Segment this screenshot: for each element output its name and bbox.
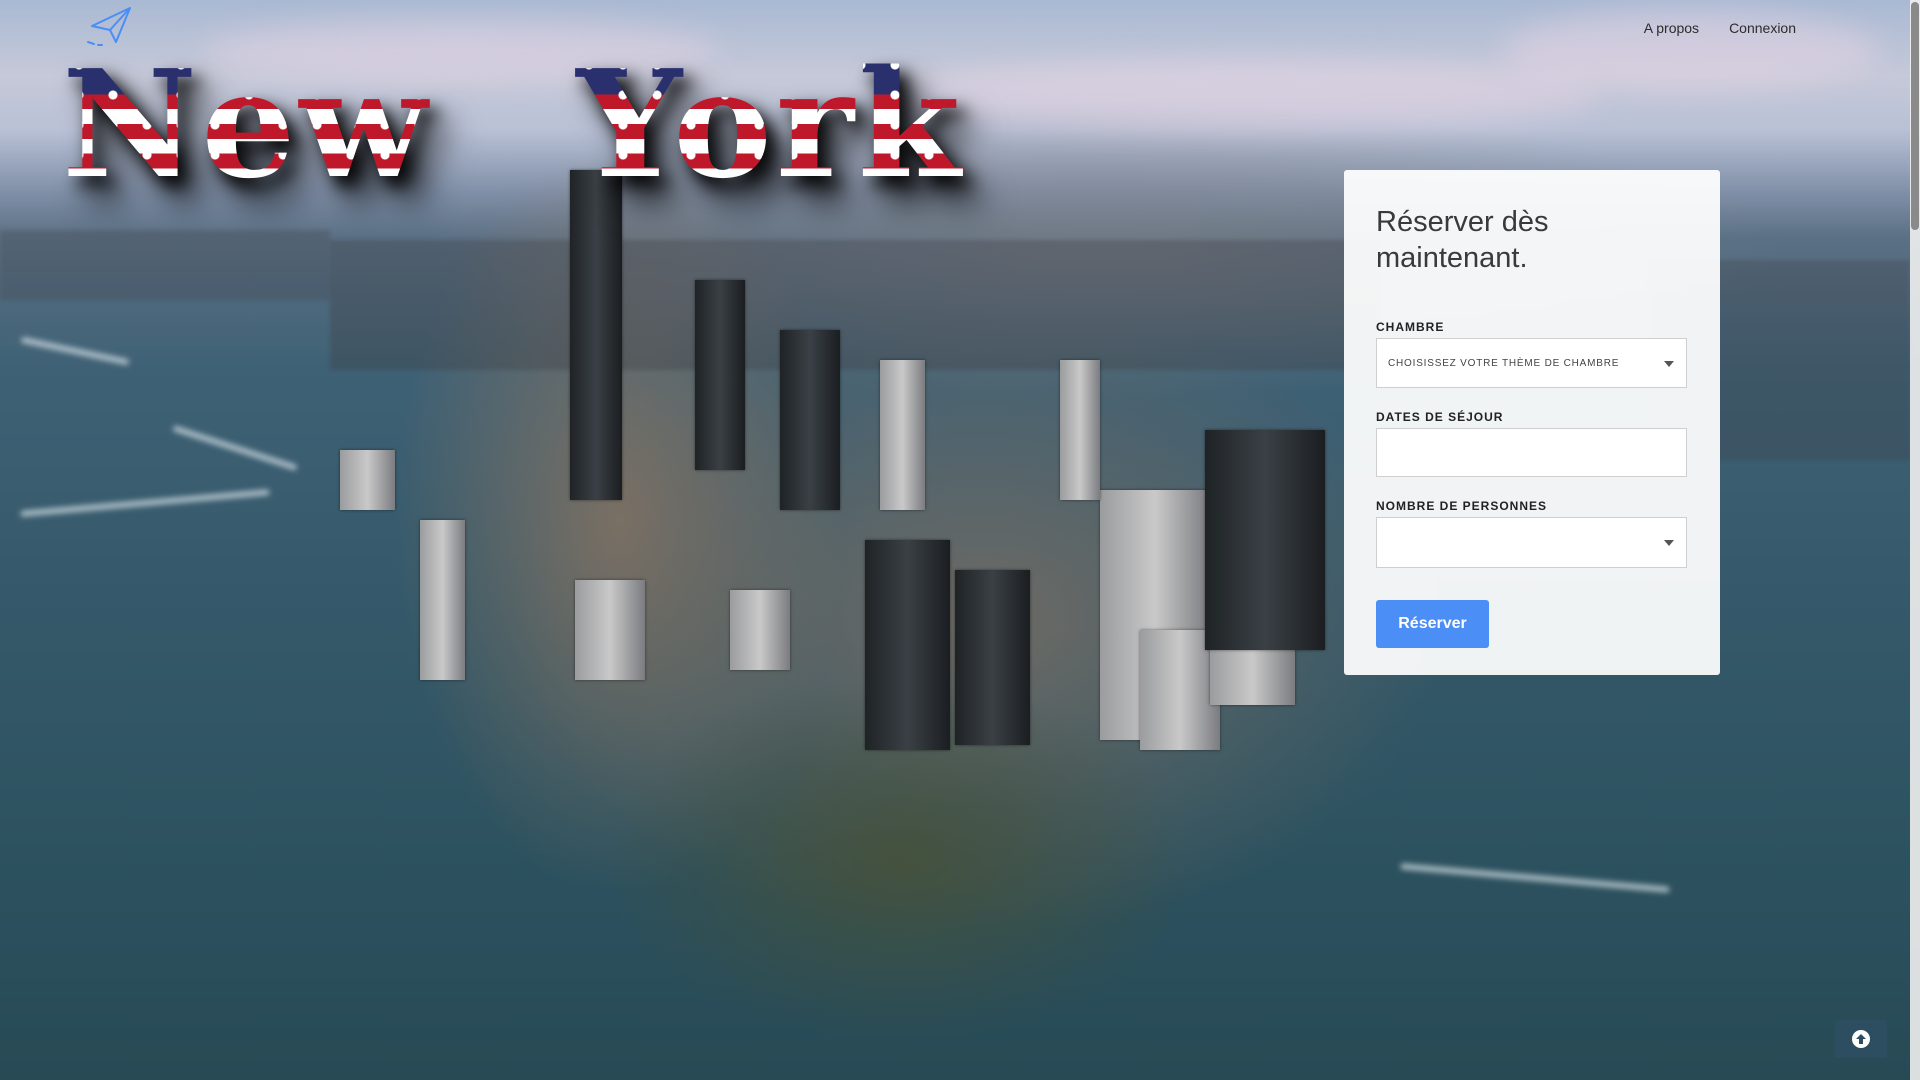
- building: [1205, 430, 1325, 650]
- scroll-top-button[interactable]: [1835, 1020, 1887, 1058]
- dates-field-wrapper: [1376, 428, 1687, 477]
- dates-input[interactable]: [1377, 429, 1686, 476]
- reserve-button[interactable]: Réserver: [1376, 600, 1489, 648]
- scrollbar-thumb[interactable]: [1911, 2, 1919, 230]
- scrollbar[interactable]: [1910, 0, 1920, 1080]
- cloud: [900, 60, 1600, 130]
- nav-login-link[interactable]: Connexion: [1729, 20, 1796, 36]
- room-label: CHAMBRE: [1376, 320, 1445, 334]
- people-label: NOMBRE DE PERSONNES: [1376, 499, 1548, 513]
- booking-heading: Réserver dès maintenant.: [1376, 206, 1549, 274]
- boat-wake: [20, 336, 130, 366]
- skyline-haze: [0, 230, 330, 300]
- booking-card: Réserver dès maintenant. CHAMBRE CHOISIS…: [1344, 170, 1720, 675]
- skyline-haze: [330, 240, 1380, 370]
- building: [575, 580, 645, 680]
- building: [730, 590, 790, 670]
- building: [780, 330, 840, 510]
- people-select[interactable]: [1376, 517, 1687, 568]
- nav-about-link[interactable]: A propos: [1644, 20, 1699, 36]
- boat-wake: [1400, 863, 1670, 893]
- building: [420, 520, 465, 680]
- hero-title: New York: [62, 37, 965, 211]
- arrow-up-circle-icon: [1852, 1030, 1870, 1048]
- building: [880, 360, 925, 510]
- building: [570, 170, 622, 500]
- dates-label: DATES DE SÉJOUR: [1376, 410, 1504, 424]
- caret-down-icon: [1664, 540, 1674, 546]
- boat-wake: [172, 425, 298, 471]
- room-select[interactable]: CHOISISSEZ VOTRE THÈME DE CHAMBRE: [1376, 338, 1687, 388]
- caret-down-icon: [1664, 361, 1674, 367]
- building: [695, 280, 745, 470]
- room-select-value: CHOISISSEZ VOTRE THÈME DE CHAMBRE: [1388, 358, 1620, 369]
- page: A propos Connexion New York Réserver dès…: [0, 0, 1920, 1080]
- building: [1060, 360, 1100, 500]
- building: [340, 450, 395, 510]
- building: [865, 540, 950, 750]
- boat-wake: [20, 489, 270, 517]
- top-nav: A propos Connexion: [1644, 20, 1796, 36]
- building: [955, 570, 1030, 745]
